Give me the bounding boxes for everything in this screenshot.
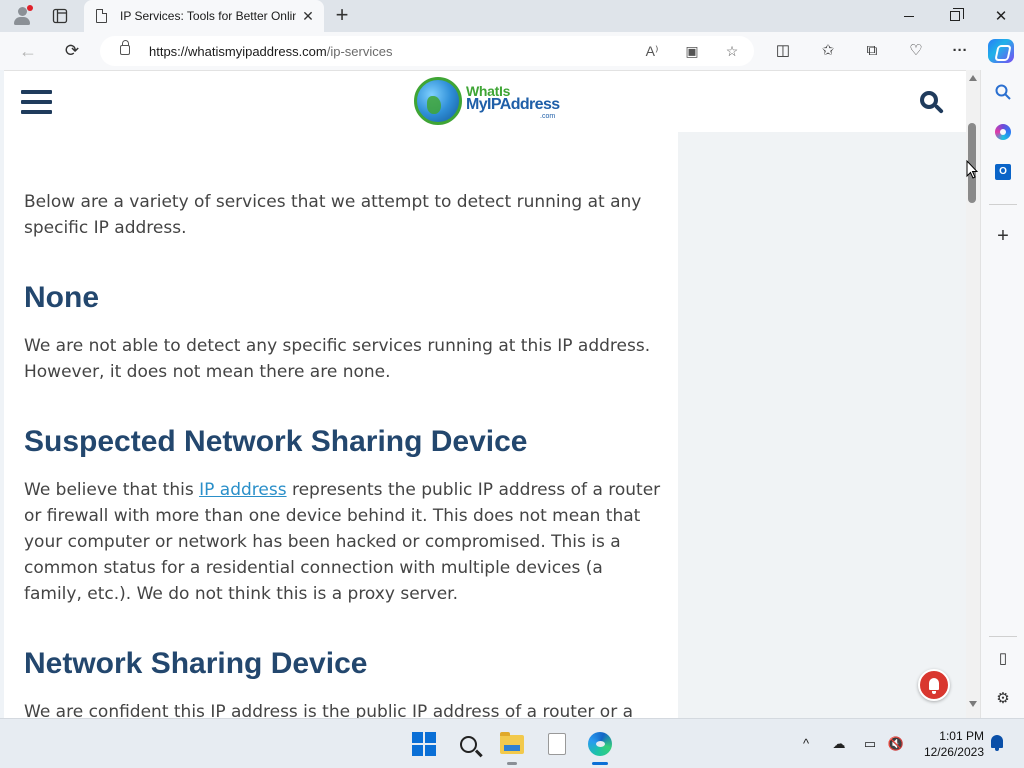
active-tab[interactable]: IP Services: Tools for Better Onlin ✕ [84,0,324,32]
sidebar-divider [989,636,1017,637]
sidebar-divider [989,204,1017,205]
refresh-button[interactable]: ⟳ [60,39,84,63]
active-indicator [592,762,608,765]
clock-date: 12/26/2023 [923,745,984,759]
body-text-pre: We believe that this [24,480,200,500]
section-body-none: We are not able to detect any specific s… [24,336,651,382]
minimize-button[interactable] [886,0,932,32]
edge-sidebar: O + ▯ ⚙ [980,70,1024,718]
show-hidden-icons-chevron-icon[interactable]: ^ [796,734,816,754]
new-tab-button[interactable]: + [330,4,354,28]
start-button[interactable] [411,731,437,757]
system-clock[interactable]: 1:01 PM 12/26/2023 [912,728,984,760]
taskbar: ^ ☁ ▭ 🔇 1:01 PM 12/26/2023 [0,718,1024,768]
running-indicator [507,762,517,765]
url-host: https://whatismyipaddress.com [149,44,327,59]
clock-time: 1:01 PM [939,729,984,743]
site-header: WhatIs MyIPAddress .com [4,71,966,132]
intro-paragraph: Below are a variety of services that we … [24,192,642,238]
site-search-icon[interactable] [920,91,944,115]
tab-bar: IP Services: Tools for Better Onlin ✕ + … [0,0,1024,32]
scroll-down-arrow-icon[interactable] [969,701,977,707]
more-menu-icon[interactable]: ··· [948,39,972,63]
notifications-icon[interactable] [987,734,1007,754]
url-path: /ip-services [326,44,393,59]
section-heading-network-sharing: Network Sharing Device [24,647,368,680]
lock-icon[interactable] [120,40,130,55]
minimize-icon [904,15,914,17]
tab-actions-icon[interactable] [48,4,72,28]
collections-icon[interactable]: ⧉ [860,39,884,63]
back-button[interactable]: ← [16,39,40,63]
profile-icon[interactable] [10,4,34,28]
microsoft-365-icon[interactable] [991,120,1015,144]
ip-address-link[interactable]: IP address [199,480,286,500]
restore-icon [950,8,964,21]
file-explorer-icon[interactable] [499,731,525,757]
edge-browser-icon[interactable] [587,731,613,757]
notification-bell-button[interactable] [918,669,950,701]
section-body-suspected: We believe that this IP address represen… [24,477,664,607]
globe-icon [414,77,462,125]
section-heading-none: None [24,281,99,314]
navigation-bar: ← ⟳ https://whatismyipaddress.com/ip-ser… [0,32,1024,70]
browser-essentials-icon[interactable]: ♡ [904,39,928,63]
sidebar-add-icon[interactable]: + [991,224,1015,248]
copilot-icon[interactable] [988,39,1014,63]
taskbar-search-icon[interactable] [455,731,481,757]
volume-muted-icon[interactable]: 🔇 [886,734,906,754]
tab-title: IP Services: Tools for Better Onlin [120,9,296,23]
hide-sidebar-icon[interactable]: ▯ [991,646,1015,670]
page-viewport: WhatIs MyIPAddress .com Below are a vari… [4,70,966,718]
windows-logo-icon [412,732,436,756]
immersive-reader-icon[interactable]: ▣ [680,39,704,63]
onedrive-icon[interactable]: ☁ [829,734,849,754]
mouse-cursor-icon [966,160,978,179]
sidebar-search-icon[interactable] [991,80,1015,104]
url-text[interactable]: https://whatismyipaddress.com/ip-service… [149,44,392,59]
section-heading-suspected: Suspected Network Sharing Device [24,425,528,458]
menu-icon[interactable] [21,90,52,114]
tab-close-icon[interactable]: ✕ [300,8,316,24]
notepad-icon[interactable] [544,731,570,757]
scroll-up-arrow-icon[interactable] [969,75,977,81]
logo-line-2: MyIPAddress [466,96,560,113]
add-favorite-icon[interactable]: ☆ [720,39,744,63]
section-body-network-sharing: We are confident this IP address is the … [24,702,634,718]
restore-button[interactable] [932,0,978,32]
close-window-button[interactable]: ✕ [978,0,1024,32]
network-icon[interactable]: ▭ [860,734,880,754]
read-aloud-icon[interactable]: A⁾ [640,39,664,63]
site-logo[interactable]: WhatIs MyIPAddress .com [414,77,564,127]
logo-line-3: .com [540,113,556,120]
page-icon [96,9,107,23]
page-right-column [678,132,966,718]
outlook-icon[interactable]: O [991,160,1015,184]
split-screen-icon[interactable]: ◫ [771,39,795,63]
sidebar-settings-icon[interactable]: ⚙ [991,686,1015,710]
favorites-icon[interactable]: ✩ [816,39,840,63]
address-bar[interactable]: https://whatismyipaddress.com/ip-service… [100,36,754,66]
